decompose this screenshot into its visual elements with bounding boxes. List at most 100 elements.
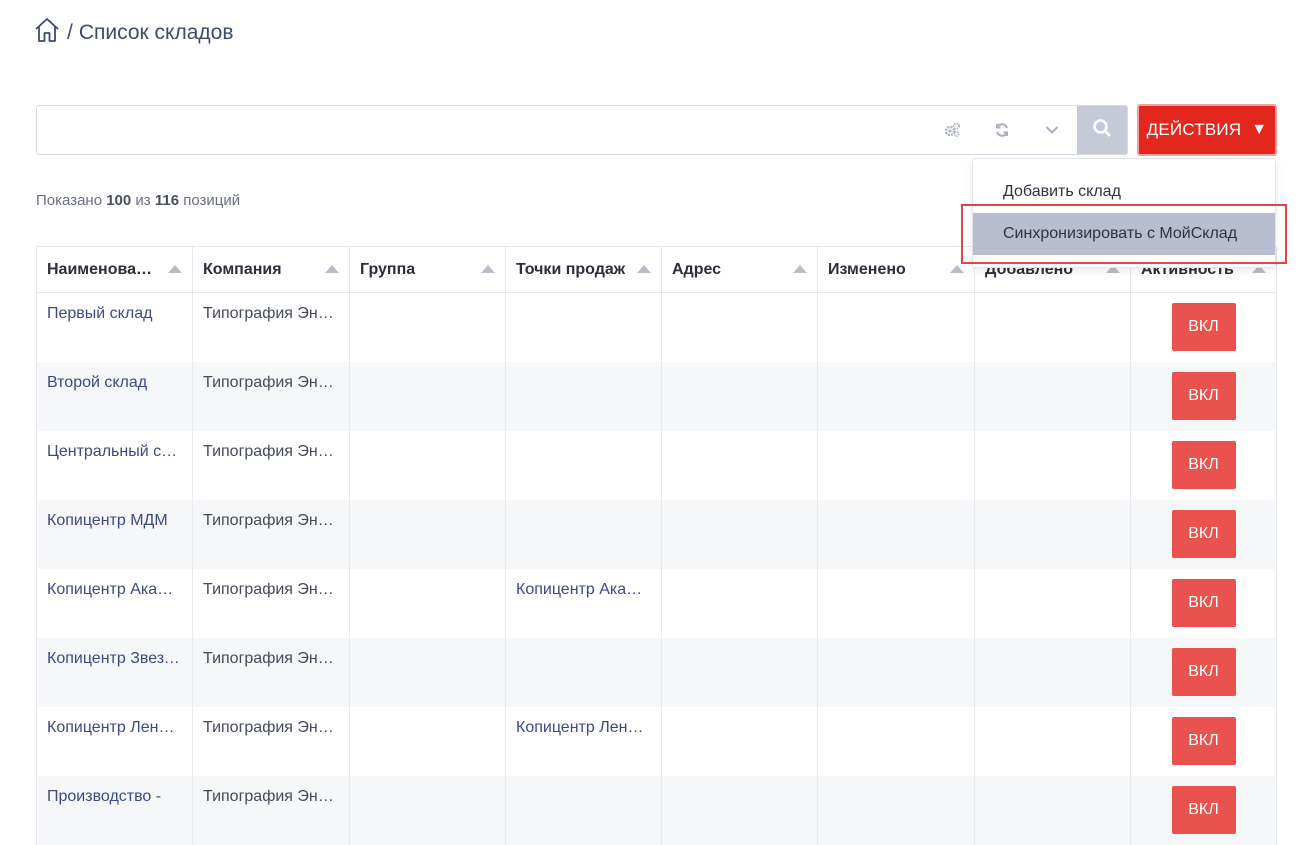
- status-toggle-button[interactable]: ВКЛ: [1171, 509, 1236, 558]
- address-cell: [661, 430, 818, 500]
- warehouse-name-link[interactable]: Копицентр Академическая: [36, 568, 193, 638]
- actions-label: ДЕЙСТВИЯ: [1146, 120, 1242, 139]
- table-row[interactable]: Производство - Типография Энтер ВКЛ: [36, 775, 1277, 845]
- added-cell: [974, 499, 1131, 569]
- column-header-points[interactable]: Точки продаж: [505, 246, 662, 293]
- menu-item-sync-moysklad[interactable]: Синхронизировать с МойСклад: [973, 213, 1275, 255]
- sort-icon[interactable]: [325, 265, 339, 273]
- chevron-down-icon[interactable]: [1027, 106, 1077, 154]
- activity-cell: ВКЛ: [1130, 637, 1277, 707]
- group-cell: [349, 430, 506, 500]
- search-button[interactable]: [1077, 106, 1127, 154]
- status-toggle-button[interactable]: ВКЛ: [1171, 578, 1236, 627]
- warehouse-name-link[interactable]: Копицентр МДМ: [36, 499, 193, 569]
- status-toggle-button[interactable]: ВКЛ: [1171, 785, 1236, 834]
- sales-point-link: [505, 775, 662, 845]
- address-cell: [661, 499, 818, 569]
- table-row[interactable]: Центральный склад Типография Энтер ВКЛ: [36, 430, 1277, 500]
- table-row[interactable]: Копицентр Звездная Типография Энтер ВКЛ: [36, 637, 1277, 707]
- search-icon: [1092, 118, 1112, 143]
- search-input[interactable]: [36, 105, 1128, 155]
- main-content: ДЕЙСТВИЯ ▼ Добавить склад Синхронизирова…: [0, 70, 1304, 845]
- group-cell: [349, 499, 506, 569]
- warehouse-name-link[interactable]: Центральный склад: [36, 430, 193, 500]
- company-cell: Типография Энтер: [192, 637, 350, 707]
- group-cell: [349, 292, 506, 362]
- group-cell: [349, 568, 506, 638]
- address-cell: [661, 637, 818, 707]
- table-body: Первый склад Типография Энтер ВКЛ Второй ск…: [36, 292, 1277, 845]
- sales-point-link: [505, 430, 662, 500]
- table-row[interactable]: Первый склад Типография Энтер ВКЛ: [36, 292, 1277, 362]
- total-count: 116: [154, 192, 180, 209]
- added-cell: [974, 568, 1131, 638]
- added-cell: [974, 637, 1131, 707]
- sales-point-link[interactable]: Копицентр Ленинский: [505, 706, 662, 776]
- activity-cell: ВКЛ: [1130, 775, 1277, 845]
- column-header-address[interactable]: Адрес: [661, 246, 818, 293]
- sales-point-link: [505, 292, 662, 362]
- warehouse-name-link[interactable]: Первый склад: [36, 292, 193, 362]
- group-cell: [349, 361, 506, 431]
- shown-count: 100: [106, 192, 132, 209]
- status-toggle-button[interactable]: ВКЛ: [1171, 440, 1236, 489]
- address-cell: [661, 361, 818, 431]
- warehouse-name-link[interactable]: Производство -: [36, 775, 193, 845]
- gears-icon[interactable]: [927, 106, 977, 154]
- status-toggle-button[interactable]: ВКЛ: [1171, 647, 1236, 696]
- group-cell: [349, 775, 506, 845]
- warehouse-name-link[interactable]: Копицентр Ленинский: [36, 706, 193, 776]
- sort-icon[interactable]: [168, 265, 182, 273]
- warehouses-table: Наименование Компания Группа Точки прода…: [36, 246, 1277, 845]
- changed-cell: [817, 637, 975, 707]
- refresh-icon[interactable]: [977, 106, 1027, 154]
- search-tools: [927, 106, 1077, 154]
- warehouse-name-link[interactable]: Копицентр Звездная: [36, 637, 193, 707]
- company-cell: Типография Энтер: [192, 430, 350, 500]
- activity-cell: ВКЛ: [1130, 499, 1277, 569]
- table-row[interactable]: Копицентр АкадемическаяТипография ЭнтерК…: [36, 568, 1277, 638]
- changed-cell: [817, 361, 975, 431]
- column-header-company[interactable]: Компания: [192, 246, 350, 293]
- changed-cell: [817, 775, 975, 845]
- sort-icon[interactable]: [637, 265, 651, 273]
- status-toggle-button[interactable]: ВКЛ: [1171, 303, 1236, 351]
- status-toggle-button[interactable]: ВКЛ: [1171, 716, 1236, 765]
- breadcrumb: / Список складов: [33, 16, 234, 50]
- changed-cell: [817, 706, 975, 776]
- table-row[interactable]: Копицентр ЛенинскийТипография ЭнтерКопиц…: [36, 706, 1277, 776]
- sales-point-link: [505, 499, 662, 569]
- company-cell: Типография Энтер: [192, 706, 350, 776]
- company-cell: Типография Энтер: [192, 568, 350, 638]
- status-toggle-button[interactable]: ВКЛ: [1171, 371, 1236, 420]
- changed-cell: [817, 499, 975, 569]
- actions-button[interactable]: ДЕЙСТВИЯ ▼: [1137, 104, 1277, 156]
- column-header-name[interactable]: Наименование: [36, 246, 193, 293]
- activity-cell: ВКЛ: [1130, 430, 1277, 500]
- activity-cell: ВКЛ: [1130, 706, 1277, 776]
- table-row[interactable]: Второй склад Типография Энтер ВКЛ: [36, 361, 1277, 431]
- warehouse-name-link[interactable]: Второй склад: [36, 361, 193, 431]
- company-cell: Типография Энтер: [192, 361, 350, 431]
- sort-icon[interactable]: [793, 265, 807, 273]
- changed-cell: [817, 568, 975, 638]
- column-header-changed[interactable]: Изменено: [817, 246, 975, 293]
- menu-item-add-warehouse[interactable]: Добавить склад: [973, 171, 1275, 213]
- group-cell: [349, 706, 506, 776]
- sales-point-link: [505, 361, 662, 431]
- home-icon[interactable]: [33, 16, 61, 50]
- added-cell: [974, 361, 1131, 431]
- changed-cell: [817, 292, 975, 362]
- page-title: Список складов: [78, 21, 234, 44]
- table-row[interactable]: Копицентр МДМ Типография Энтер ВКЛ: [36, 499, 1277, 569]
- breadcrumb-separator: /: [67, 21, 73, 44]
- sales-point-link[interactable]: Копицентр Академическая: [505, 568, 662, 638]
- sort-icon[interactable]: [950, 265, 964, 273]
- sales-point-link: [505, 637, 662, 707]
- caret-down-icon: ▼: [1251, 121, 1268, 138]
- company-cell: Типография Энтер: [192, 775, 350, 845]
- sort-icon[interactable]: [481, 265, 495, 273]
- added-cell: [974, 775, 1131, 845]
- address-cell: [661, 775, 818, 845]
- column-header-group[interactable]: Группа: [349, 246, 506, 293]
